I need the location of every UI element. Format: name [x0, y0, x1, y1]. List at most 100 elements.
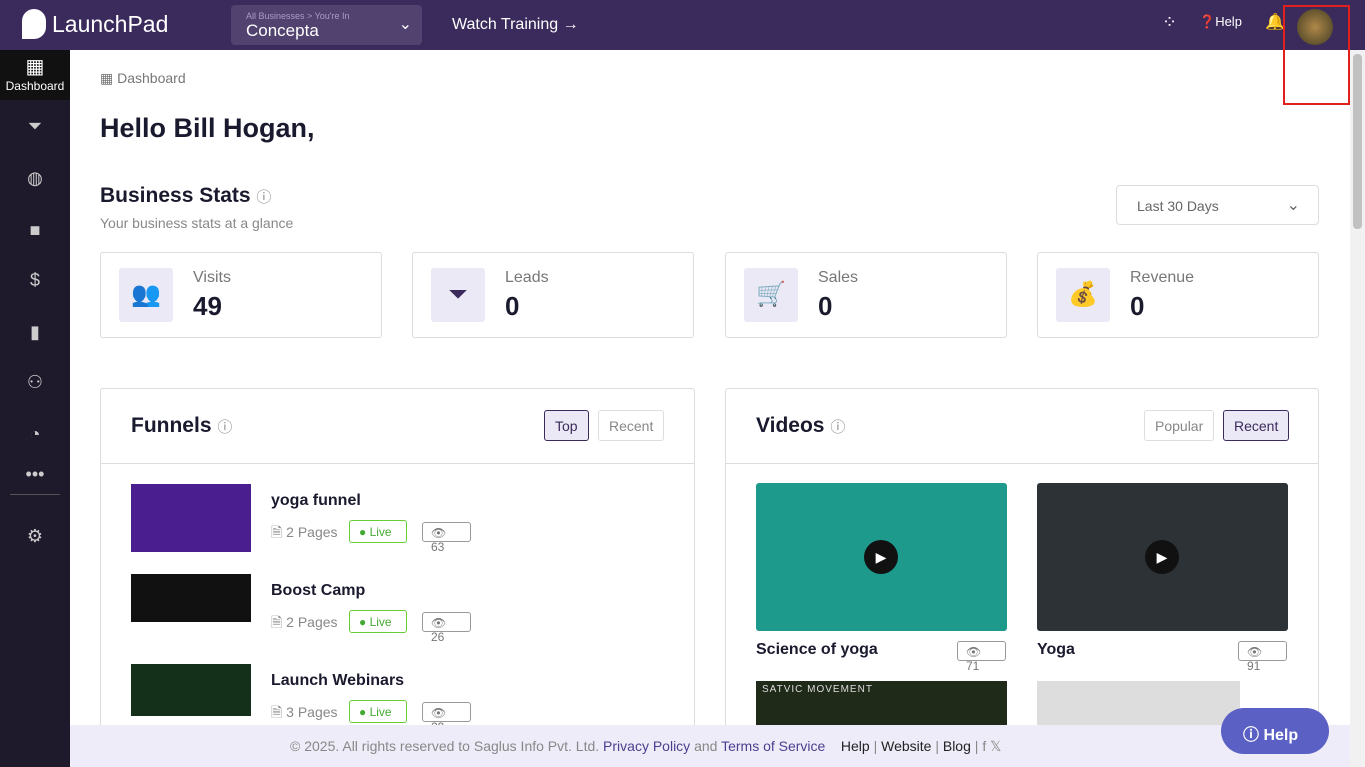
divider: [726, 463, 1318, 464]
stats-title: Business Stats ⓘ: [100, 184, 271, 208]
views-badge: 👁 29: [422, 702, 471, 727]
tab-recent[interactable]: Recent: [1223, 410, 1290, 441]
stat-label: Sales: [818, 269, 859, 286]
analytics-icon[interactable]: ▮: [0, 322, 70, 343]
stat-leads: ⏷ Leads 0: [412, 252, 694, 338]
business-name: Concepta: [246, 21, 319, 40]
breadcrumb-label[interactable]: Dashboard: [117, 70, 186, 86]
video-item[interactable]: ▶ Yoga 👁 91: [1037, 483, 1288, 673]
grid-icon: ▦: [25, 56, 45, 78]
users-icon[interactable]: ⚇: [0, 372, 70, 393]
video-thumbnail[interactable]: ▶: [1037, 483, 1288, 631]
funnels-title-text: Funnels: [131, 414, 212, 437]
facebook-icon[interactable]: f: [982, 738, 986, 754]
x-icon[interactable]: 𝕏: [990, 738, 1001, 754]
gauge-icon[interactable]: ◔: [0, 424, 70, 445]
help-button[interactable]: ⓘ Help: [1221, 708, 1329, 754]
status-text: Live: [369, 705, 392, 719]
tab-top[interactable]: Top: [544, 410, 589, 441]
business-label: All Businesses > You're In: [246, 11, 350, 21]
pages-count: 🗎 2 Pages: [271, 614, 338, 630]
business-selector[interactable]: All Businesses > You're In Concepta ⌄: [231, 5, 422, 45]
tab-recent[interactable]: Recent: [598, 410, 665, 441]
cart-icon: 🛒: [744, 268, 798, 322]
stat-label: Revenue: [1130, 269, 1195, 286]
video-icon[interactable]: ■: [0, 220, 70, 241]
scrollbar-thumb[interactable]: [1353, 54, 1362, 229]
sidebar-label: Dashboard: [5, 79, 65, 93]
footer-help-link[interactable]: Help: [841, 738, 870, 754]
funnel-name[interactable]: yoga funnel: [271, 492, 361, 510]
funnel-name[interactable]: Launch Webinars: [271, 672, 404, 690]
chevron-down-icon: ⌄: [398, 16, 412, 33]
greeting: Hello Bill Hogan,: [100, 113, 315, 143]
tab-popular[interactable]: Popular: [1144, 410, 1215, 441]
play-icon[interactable]: ▶: [864, 540, 898, 574]
funnel-icon[interactable]: ⏷: [0, 116, 70, 137]
main: ▦ Dashboard Hello Bill Hogan, Business S…: [70, 50, 1350, 728]
views-count: 63: [431, 540, 445, 554]
help-link[interactable]: ❓Help: [1199, 14, 1242, 30]
watch-training-link[interactable]: Watch Training →: [452, 16, 579, 34]
stat-label: Leads: [505, 269, 549, 286]
footer: © 2025. All rights reserved to Saglus In…: [70, 725, 1350, 767]
copyright: © 2025. All rights reserved to Saglus In…: [290, 738, 600, 754]
funnel-icon: ⏷: [431, 268, 485, 322]
sidebar: ▦ Dashboard ⏷ ◍ ■ $ ▮ ⚇ ◔ ••• ⚙: [0, 50, 70, 767]
logo[interactable]: LaunchPad: [22, 9, 168, 39]
dollar-icon[interactable]: $: [0, 270, 70, 291]
list-item[interactable]: Launch Webinars 🗎 3 Pages ● Live 👁 29: [131, 664, 691, 727]
stat-label: Visits: [193, 269, 231, 286]
pages-text: 2 Pages: [286, 524, 338, 540]
terms-link[interactable]: Terms of Service: [721, 738, 825, 754]
info-icon[interactable]: ⓘ: [256, 189, 271, 206]
grid-icon: ▦: [100, 70, 118, 86]
pages-text: 3 Pages: [286, 704, 338, 720]
apps-icon[interactable]: ⁘: [1162, 12, 1177, 33]
pages-count: 🗎 3 Pages: [271, 704, 338, 720]
funnels-title: Funnels ⓘ: [131, 414, 232, 438]
globe-icon[interactable]: ◍: [0, 168, 70, 189]
divider: [10, 494, 60, 495]
status-badge: ● Live: [349, 610, 407, 633]
video-item[interactable]: ▶ Science of yoga 👁 71: [756, 483, 1007, 673]
stats-subtitle: Your business stats at a glance: [100, 215, 294, 231]
breadcrumb: ▦ Dashboard: [100, 70, 186, 87]
views-badge: 👁 91: [1238, 641, 1287, 673]
videos-card: Videos ⓘ Popular Recent ▶ Science of yoga…: [725, 388, 1319, 728]
date-range-select[interactable]: Last 30 Days ⌄: [1116, 185, 1319, 225]
pages-text: 2 Pages: [286, 614, 338, 630]
info-icon[interactable]: ⓘ: [217, 419, 232, 436]
divider: [101, 463, 694, 464]
status-badge: ● Live: [349, 520, 407, 543]
info-icon[interactable]: ⓘ: [830, 419, 845, 436]
stat-value: 49: [193, 291, 222, 321]
scrollbar[interactable]: [1350, 50, 1365, 767]
video-thumbnail[interactable]: SATVIC MOVEMENT: [756, 681, 1007, 727]
logo-icon: [22, 9, 46, 39]
list-item[interactable]: yoga funnel 🗎 2 Pages ● Live 👁 63: [131, 484, 691, 554]
views-count: 91: [1247, 659, 1261, 673]
website-link[interactable]: Website: [881, 738, 931, 754]
question-icon: ⓘ: [1243, 727, 1260, 744]
funnel-name[interactable]: Boost Camp: [271, 582, 365, 600]
status-text: Live: [369, 525, 392, 539]
sidebar-item-dashboard[interactable]: ▦ Dashboard: [0, 50, 70, 100]
help-label: Help: [1215, 14, 1242, 29]
list-item[interactable]: Boost Camp 🗎 2 Pages ● Live 👁 26: [131, 574, 691, 644]
play-icon[interactable]: ▶: [1145, 540, 1179, 574]
videos-title: Videos ⓘ: [756, 414, 845, 438]
top-bar: LaunchPad All Businesses > You're In Conc…: [0, 0, 1365, 50]
bell-icon[interactable]: 🔔: [1265, 12, 1285, 32]
help-icon: ❓: [1199, 14, 1216, 29]
and-text: and: [694, 738, 718, 754]
blog-link[interactable]: Blog: [943, 738, 971, 754]
video-thumbnail[interactable]: ▶: [756, 483, 1007, 631]
stat-value: 0: [1130, 291, 1145, 321]
more-icon[interactable]: •••: [0, 464, 70, 485]
gear-icon[interactable]: ⚙: [0, 526, 70, 547]
stats-title-text: Business Stats: [100, 184, 251, 207]
status-text: Live: [369, 615, 392, 629]
privacy-link[interactable]: Privacy Policy: [603, 738, 690, 754]
video-thumbnail[interactable]: [1037, 681, 1240, 727]
